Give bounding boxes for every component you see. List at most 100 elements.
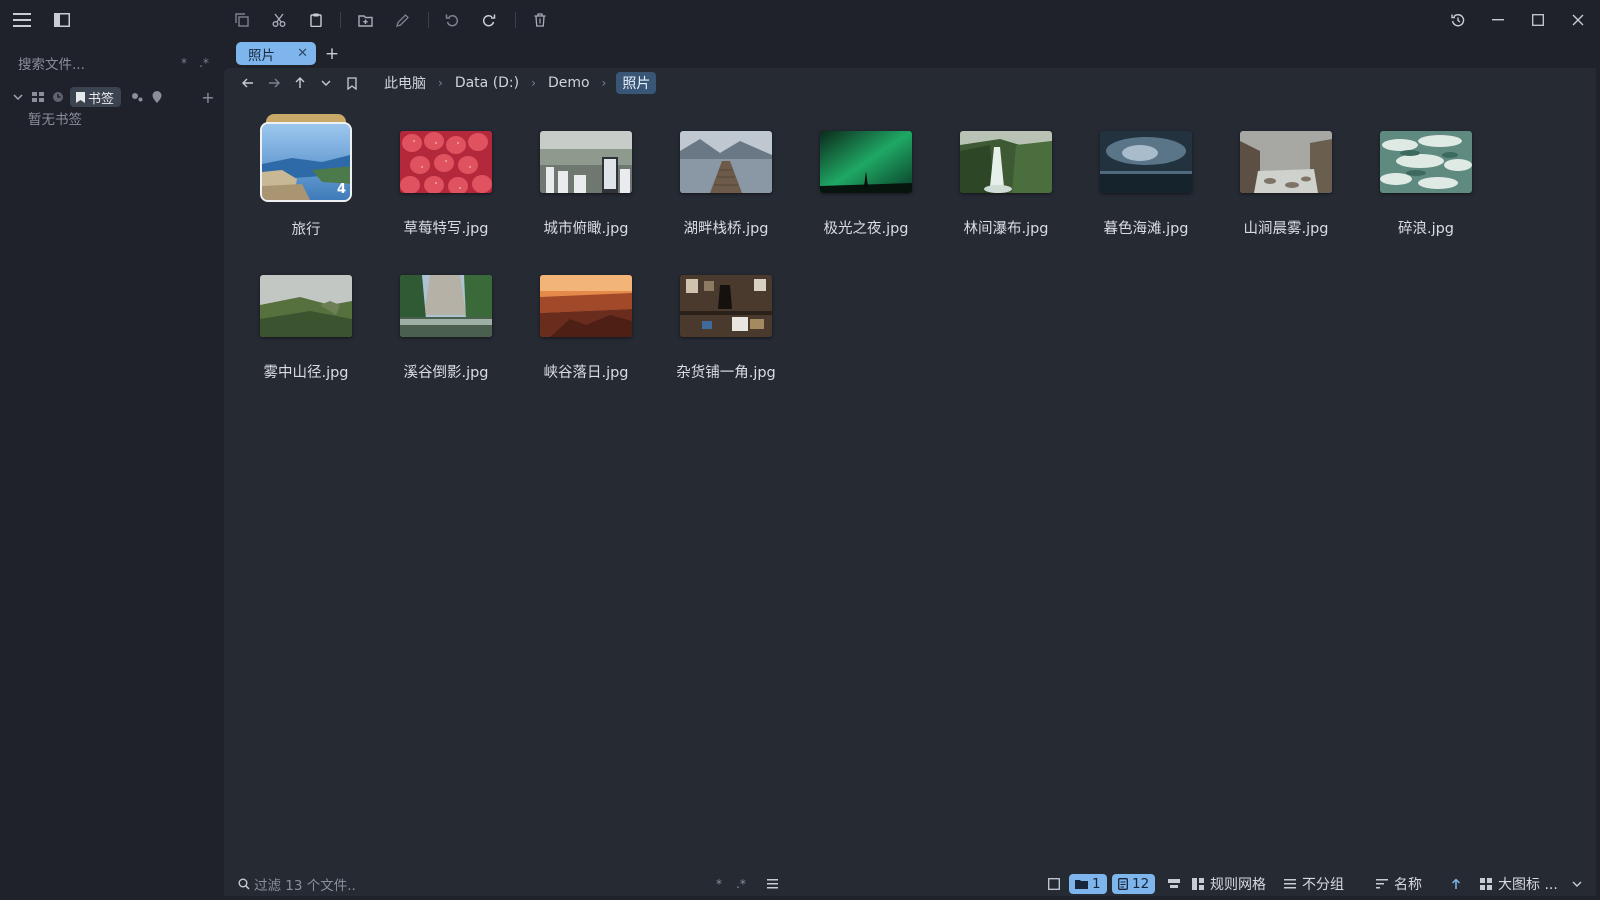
forward-icon[interactable] xyxy=(264,72,284,94)
folders-count-badge[interactable]: 1 xyxy=(1069,874,1107,894)
chevron-down-icon[interactable] xyxy=(8,94,28,100)
sidebar-search-placeholder: 搜索文件... xyxy=(18,57,85,73)
sidebar-search-input[interactable]: 搜索文件... * .* xyxy=(10,50,214,76)
tags-icon[interactable] xyxy=(127,92,147,102)
breadcrumb-photos[interactable]: 照片 xyxy=(616,72,657,94)
cut-icon[interactable] xyxy=(267,8,291,32)
new-folder-icon[interactable] xyxy=(353,8,377,32)
layout-mode-button[interactable]: 规则网格 xyxy=(1192,873,1266,895)
file-icon xyxy=(1118,878,1128,890)
file-item[interactable]: 杂货铺一角.jpg xyxy=(663,275,789,382)
file-item[interactable]: 草莓特写.jpg xyxy=(383,131,509,238)
bookmark-icon xyxy=(76,91,85,103)
back-icon[interactable] xyxy=(238,72,258,94)
view-mode-label: 大图标 ... xyxy=(1498,877,1558,893)
file-item[interactable]: 暮色海滩.jpg xyxy=(1083,131,1209,238)
delete-icon[interactable] xyxy=(528,8,552,32)
file-name: 溪谷倒影.jpg xyxy=(403,365,489,381)
menu-icon[interactable] xyxy=(10,8,34,32)
file-item[interactable]: 极光之夜.jpg xyxy=(803,131,929,238)
wildcard-toggle[interactable]: * xyxy=(174,56,194,70)
breadcrumb-this-pc[interactable]: 此电脑 xyxy=(382,73,428,93)
file-name: 杂货铺一角.jpg xyxy=(676,365,776,381)
search-icon xyxy=(238,878,250,890)
tab-photos[interactable]: 照片 ✕ xyxy=(236,42,316,65)
filter-regex-toggle[interactable]: .* xyxy=(730,877,752,891)
file-name: 湖畔栈桥.jpg xyxy=(683,221,769,237)
history-icon[interactable] xyxy=(1446,8,1470,32)
undo-icon[interactable] xyxy=(440,8,464,32)
image-thumbnail xyxy=(680,131,772,193)
breadcrumb-demo[interactable]: Demo xyxy=(546,75,592,91)
file-name: 碎浪.jpg xyxy=(1397,221,1455,237)
grid-layout-icon xyxy=(1192,878,1204,890)
file-item[interactable]: 林间瀑布.jpg xyxy=(943,131,1069,238)
breadcrumb-drive-d[interactable]: Data (D:) xyxy=(453,75,521,91)
filter-wildcard-toggle[interactable]: * xyxy=(708,877,730,891)
image-thumbnail xyxy=(820,131,912,193)
new-tab-button[interactable]: + xyxy=(322,42,342,65)
regex-toggle[interactable]: .* xyxy=(194,56,214,70)
toolbar-separator xyxy=(515,12,516,28)
file-item[interactable]: 溪谷倒影.jpg xyxy=(383,275,509,382)
files-count: 12 xyxy=(1132,876,1150,892)
maximize-icon[interactable] xyxy=(1526,8,1550,32)
image-thumbnail xyxy=(540,131,632,193)
file-item[interactable]: 雾中山径.jpg xyxy=(243,275,369,382)
bookmarks-tab[interactable]: 书签 xyxy=(70,87,122,107)
filter-input[interactable]: 过滤 13 个文件.. * .* xyxy=(232,873,752,895)
close-icon[interactable] xyxy=(1566,8,1590,32)
minimize-icon[interactable] xyxy=(1486,8,1510,32)
image-thumbnail xyxy=(1100,131,1192,193)
sidebar-section-bar: 书签 + xyxy=(8,86,218,108)
image-thumbnail xyxy=(400,131,492,193)
folder-item[interactable]: 4 旅行 xyxy=(243,114,369,239)
location-pin-icon[interactable] xyxy=(147,91,167,103)
file-name: 山涧晨雾.jpg xyxy=(1243,221,1329,237)
tab-close-icon[interactable]: ✕ xyxy=(297,46,308,61)
breadcrumb: 此电脑 › Data (D:) › Demo › 照片 xyxy=(382,72,657,94)
filter-options-icon[interactable] xyxy=(762,873,782,895)
sort-button[interactable]: 名称 xyxy=(1376,873,1422,895)
sort-direction-icon[interactable] xyxy=(1446,873,1466,895)
image-thumbnail xyxy=(680,275,772,337)
details-pane-icon[interactable] xyxy=(1164,873,1184,895)
file-item[interactable]: 碎浪.jpg xyxy=(1363,131,1489,238)
folder-icon xyxy=(1075,880,1088,889)
recent-icon[interactable] xyxy=(48,91,68,103)
file-name: 极光之夜.jpg xyxy=(823,221,909,237)
view-mode-chevron-icon[interactable] xyxy=(1568,873,1586,895)
folder-thumbnail: 4 xyxy=(260,114,352,202)
file-item[interactable]: 山涧晨雾.jpg xyxy=(1223,131,1349,238)
chevron-right-icon: › xyxy=(531,76,536,90)
select-all-checkbox[interactable] xyxy=(1044,873,1064,895)
sidebar-toggle-icon[interactable] xyxy=(50,8,74,32)
up-icon[interactable] xyxy=(290,72,310,94)
drives-icon[interactable] xyxy=(28,92,48,102)
image-thumbnail xyxy=(960,131,1052,193)
chevron-right-icon: › xyxy=(601,76,607,90)
layout-mode-label: 规则网格 xyxy=(1210,877,1266,893)
add-bookmark-button[interactable]: + xyxy=(198,88,218,107)
file-name: 雾中山径.jpg xyxy=(263,365,349,381)
group-mode-button[interactable]: 不分组 xyxy=(1284,873,1344,895)
file-name: 暮色海滩.jpg xyxy=(1103,221,1189,237)
image-thumbnail xyxy=(1240,131,1332,193)
tab-label: 照片 xyxy=(248,47,275,64)
bookmark-add-icon[interactable] xyxy=(342,72,362,94)
copy-icon[interactable] xyxy=(230,8,254,32)
history-dropdown-icon[interactable] xyxy=(316,72,336,94)
large-icons-icon xyxy=(1480,878,1492,890)
view-mode-button[interactable]: 大图标 ... xyxy=(1480,873,1558,895)
files-count-badge[interactable]: 12 xyxy=(1112,874,1156,894)
file-item[interactable]: 湖畔栈桥.jpg xyxy=(663,131,789,238)
image-thumbnail xyxy=(400,275,492,337)
file-item[interactable]: 峡谷落日.jpg xyxy=(523,275,649,382)
paste-icon[interactable] xyxy=(304,8,328,32)
file-item[interactable]: 城市俯瞰.jpg xyxy=(523,131,649,238)
file-name: 草莓特写.jpg xyxy=(403,221,489,237)
rename-icon[interactable] xyxy=(390,8,414,32)
toolbar-separator xyxy=(428,12,429,28)
redo-icon[interactable] xyxy=(477,8,501,32)
folder-count-badge: 4 xyxy=(336,182,346,197)
